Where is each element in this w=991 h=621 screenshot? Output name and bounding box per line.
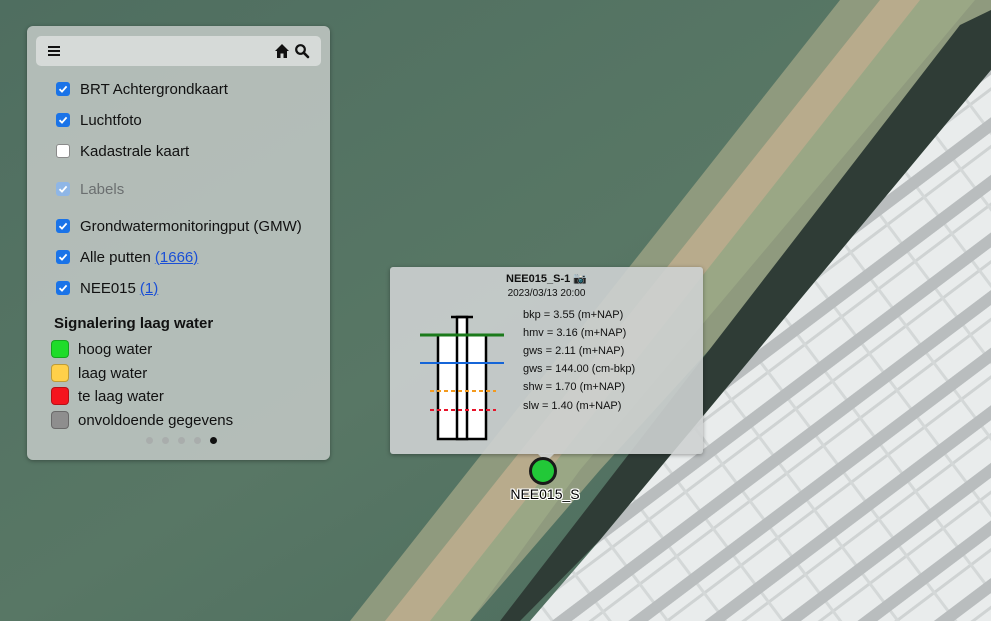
legend-item: laag water [51, 362, 147, 384]
popup-measurement: shw = 1.70 (m+NAP) [523, 381, 626, 393]
home-icon[interactable] [274, 43, 290, 59]
popup-measurement: gws = 144.00 (cm-bkp) [523, 363, 636, 375]
layer-label-kadastraal: Kadastrale kaart [80, 142, 190, 160]
layer-toggle-gmw[interactable]: Grondwatermonitoringput (GMW) [56, 215, 302, 237]
pager-dot[interactable] [178, 437, 185, 444]
legend-item: te laag water [51, 385, 164, 407]
layer-toggle-kadastraal[interactable]: Kadastrale kaart [56, 140, 189, 162]
checkbox[interactable] [56, 219, 70, 233]
checkbox[interactable] [56, 113, 70, 127]
popup-measurement: slw = 1.40 (m+NAP) [523, 400, 622, 412]
pager-dot[interactable] [146, 437, 153, 444]
legend-label: hoog water [78, 340, 153, 358]
popup-measurement: bkp = 3.55 (m+NAP) [523, 309, 624, 321]
layer-label-nee015: NEE015 [80, 279, 136, 297]
legend-swatch [51, 411, 69, 429]
layer-toggle-alle-putten[interactable]: Alle putten (1666) [56, 246, 198, 268]
checkbox[interactable] [56, 144, 70, 158]
layer-label-labels: Labels [80, 180, 125, 198]
pager-dot[interactable] [194, 437, 201, 444]
well-popup: NEE015_S-1 📷 2023/03/13 20:00 bkp = 3.55… [390, 267, 703, 462]
legend-swatch [51, 364, 69, 382]
alle-putten-count-link[interactable]: (1666) [155, 249, 198, 266]
legend-label: te laag water [78, 387, 164, 405]
layer-label-brt: BRT Achtergrondkaart [80, 80, 228, 98]
layer-toggle-brt[interactable]: BRT Achtergrondkaart [56, 78, 228, 100]
layer-toggle-nee015[interactable]: NEE015 (1) [56, 277, 158, 299]
legend-swatch [51, 340, 69, 358]
legend-item: hoog water [51, 338, 152, 360]
layer-label-alle-putten: Alle putten [80, 248, 151, 266]
checkbox[interactable] [56, 250, 70, 264]
layer-toggle-luchtfoto[interactable]: Luchtfoto [56, 109, 142, 131]
legend-swatch [51, 387, 69, 405]
popup-measurement: gws = 2.11 (m+NAP) [523, 345, 625, 357]
checkbox [56, 182, 70, 196]
popup-measurement: hmv = 3.16 (m+NAP) [523, 327, 627, 339]
legend-item: onvoldoende gegevens [51, 409, 233, 431]
legend-label: onvoldoende gegevens [78, 411, 234, 429]
well-marker[interactable] [529, 457, 557, 485]
layer-toggle-labels: Labels [56, 178, 124, 200]
pager-dot[interactable] [162, 437, 169, 444]
layer-label-luchtfoto: Luchtfoto [80, 111, 142, 129]
layer-label-gmw: Grondwatermonitoringput (GMW) [80, 217, 302, 235]
nee015-count-link[interactable]: (1) [140, 280, 158, 297]
checkbox[interactable] [56, 82, 70, 96]
pager-dot[interactable] [210, 437, 217, 444]
popup-title: NEE015_S-1 📷 [506, 273, 587, 285]
checkbox[interactable] [56, 281, 70, 295]
legend-title: Signalering laag water [54, 315, 214, 332]
legend-label: laag water [78, 364, 148, 382]
popup-date: 2023/03/13 20:00 [507, 288, 586, 299]
panel-pager [146, 437, 217, 445]
search-icon[interactable] [294, 43, 310, 59]
panel-toolbar [36, 36, 321, 66]
well-marker-label: NEE015_S [510, 486, 580, 502]
layer-control-panel: BRT Achtergrondkaart Luchtfoto Kadastral… [27, 26, 330, 460]
hamburger-menu-icon[interactable] [46, 43, 62, 59]
well-diagram [420, 315, 504, 441]
